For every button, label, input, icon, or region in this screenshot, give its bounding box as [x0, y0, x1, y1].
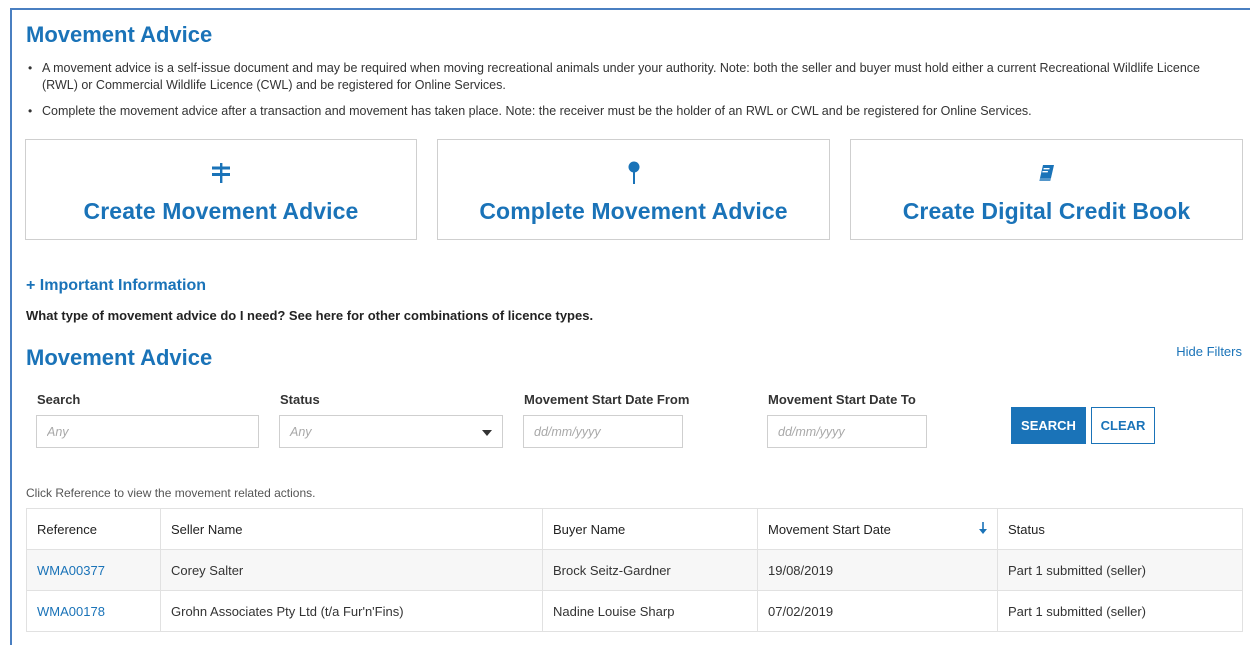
- create-movement-advice-card[interactable]: Create Movement Advice: [25, 139, 417, 240]
- caret-down-icon: [482, 424, 492, 439]
- hide-filters-link[interactable]: Hide Filters: [1176, 344, 1242, 359]
- seller-name-cell: Grohn Associates Pty Ltd (t/a Fur'n'Fins…: [160, 590, 543, 632]
- important-information-toggle[interactable]: + Important Information: [26, 277, 206, 295]
- start-date-from-input[interactable]: [523, 415, 683, 448]
- table-row: WMA00178 Grohn Associates Pty Ltd (t/a F…: [26, 590, 1243, 632]
- movement-start-date-column-header[interactable]: Movement Start Date: [757, 508, 998, 550]
- book-icon: [1038, 162, 1056, 184]
- movement-advice-section-title: Movement Advice: [26, 345, 213, 370]
- signpost-icon: [210, 162, 232, 184]
- seller-name-cell: Corey Salter: [160, 549, 543, 591]
- create-movement-advice-label: Create Movement Advice: [83, 198, 359, 224]
- map-pin-icon: [627, 161, 641, 184]
- status-cell: Part 1 submitted (seller): [997, 549, 1243, 591]
- complete-movement-advice-card[interactable]: Complete Movement Advice: [437, 139, 830, 240]
- intro-bullet: Complete the movement advice after a tra…: [28, 103, 1238, 120]
- reference-cell: WMA00178: [26, 590, 161, 632]
- licence-combinations-link[interactable]: What type of movement advice do I need? …: [26, 308, 593, 323]
- page-title: Movement Advice: [26, 22, 213, 47]
- seller-name-column-header[interactable]: Seller Name: [160, 508, 543, 550]
- search-input[interactable]: [36, 415, 259, 448]
- start-date-to-label: Movement Start Date To: [768, 392, 916, 407]
- search-button[interactable]: SEARCH: [1011, 407, 1086, 444]
- reference-link[interactable]: WMA00178: [37, 604, 105, 619]
- buyer-name-cell: Brock Seitz-Gardner: [542, 549, 758, 591]
- movement-advice-table: Reference Seller Name Buyer Name Movemen…: [26, 508, 1243, 632]
- create-digital-credit-book-card[interactable]: Create Digital Credit Book: [850, 139, 1243, 240]
- buyer-name-cell: Nadine Louise Sharp: [542, 590, 758, 632]
- movement-start-date-header-label: Movement Start Date: [768, 521, 891, 537]
- create-digital-credit-book-label: Create Digital Credit Book: [902, 198, 1191, 224]
- status-cell: Part 1 submitted (seller): [997, 590, 1243, 632]
- reference-link[interactable]: WMA00377: [37, 563, 105, 578]
- reference-column-header[interactable]: Reference: [26, 508, 161, 550]
- start-date-to-input[interactable]: [767, 415, 927, 448]
- status-select[interactable]: Any: [279, 415, 503, 448]
- search-label: Search: [37, 392, 81, 407]
- start-date-from-label: Movement Start Date From: [524, 392, 690, 407]
- table-row: WMA00377 Corey Salter Brock Seitz-Gardne…: [26, 549, 1243, 591]
- movement-start-date-cell: 19/08/2019: [757, 549, 998, 591]
- complete-movement-advice-label: Complete Movement Advice: [479, 198, 788, 224]
- status-select-value: Any: [290, 424, 312, 439]
- buyer-name-column-header[interactable]: Buyer Name: [542, 508, 758, 550]
- intro-bullet: A movement advice is a self-issue docume…: [28, 60, 1238, 94]
- status-label: Status: [280, 392, 320, 407]
- intro-bullets: A movement advice is a self-issue docume…: [28, 60, 1238, 129]
- sort-descending-icon: [979, 521, 987, 537]
- movement-start-date-cell: 07/02/2019: [757, 590, 998, 632]
- clear-button[interactable]: CLEAR: [1091, 407, 1155, 444]
- status-column-header[interactable]: Status: [997, 508, 1243, 550]
- reference-cell: WMA00377: [26, 549, 161, 591]
- table-note: Click Reference to view the movement rel…: [26, 486, 316, 500]
- table-header-row: Reference Seller Name Buyer Name Movemen…: [26, 508, 1243, 550]
